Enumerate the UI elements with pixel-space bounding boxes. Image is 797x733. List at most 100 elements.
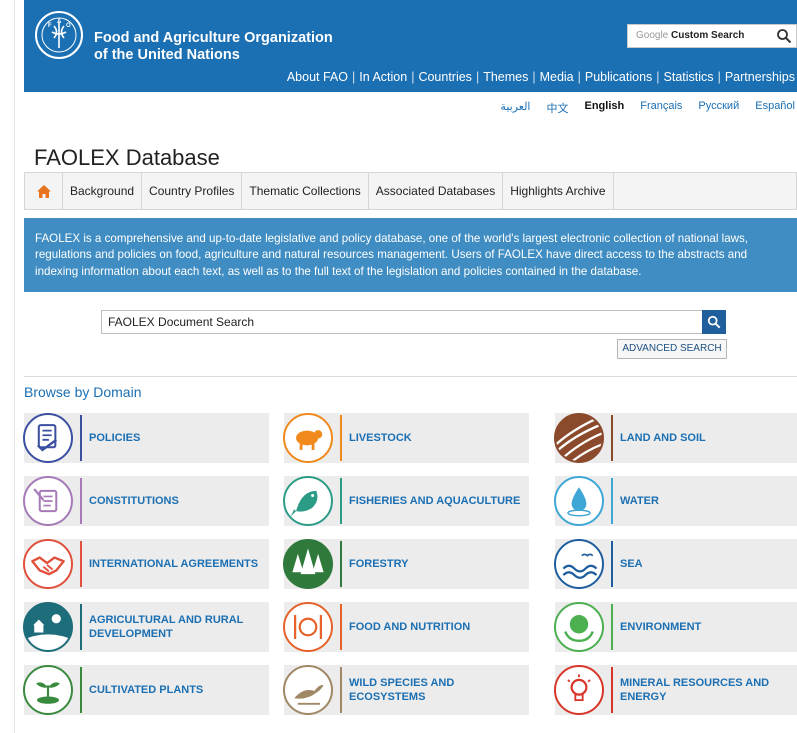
nav-separator: | <box>717 70 721 84</box>
tab-background[interactable]: Background <box>63 173 143 209</box>
domain-label: CULTIVATED PLANTS <box>89 684 204 696</box>
organization-name-line2: of the United Nations <box>94 47 240 63</box>
field-furrows-icon <box>554 413 604 463</box>
domain-label: SEA <box>620 558 643 570</box>
domain-cultivated-plants[interactable]: CULTIVATED PLANTS <box>23 665 269 715</box>
language-chinese[interactable]: 中文 <box>546 100 568 116</box>
nav-in-action[interactable]: In Action <box>359 70 407 84</box>
domain-mineral-resources-and-energy[interactable]: MINERAL RESOURCES AND ENERGY <box>554 665 797 715</box>
domain-policies[interactable]: POLICIES <box>23 413 269 463</box>
intro-text: FAOLEX is a comprehensive and up-to-date… <box>35 232 749 278</box>
organization-name-line1: Food and Agriculture Organization <box>94 30 333 46</box>
domain-accent-bar <box>340 604 342 650</box>
language-arabic[interactable]: العربية <box>500 100 530 116</box>
domain-accent-bar <box>611 541 613 587</box>
language-switcher: العربية 中文 English Français Русский Espa… <box>484 100 795 116</box>
google-label: Google <box>636 30 669 41</box>
domain-forestry[interactable]: FORESTRY <box>283 539 529 589</box>
document-search-button[interactable] <box>702 310 726 334</box>
water-drop-icon <box>554 476 604 526</box>
domain-land-and-soil[interactable]: LAND AND SOIL <box>554 413 797 463</box>
trees-icon <box>283 539 333 589</box>
advanced-search-button[interactable]: ADVANCED SEARCH <box>617 339 727 359</box>
nav-statistics[interactable]: Statistics <box>664 70 714 84</box>
domain-water[interactable]: WATER <box>554 476 797 526</box>
plate-cutlery-icon <box>283 602 333 652</box>
globe-hands-icon <box>554 602 604 652</box>
document-search-input[interactable] <box>102 311 702 333</box>
nav-separator: | <box>577 70 581 84</box>
tab-country-profiles[interactable]: Country Profiles <box>142 173 243 209</box>
domain-agricultural-and-rural-development[interactable]: AGRICULTURAL AND RURAL DEVELOPMENT <box>23 602 269 652</box>
domain-environment[interactable]: ENVIRONMENT <box>554 602 797 652</box>
domain-accent-bar <box>611 667 613 713</box>
domain-label: WILD SPECIES AND ECOSYSTEMS <box>349 677 455 703</box>
domain-accent-bar <box>80 541 82 587</box>
fish-icon <box>283 476 333 526</box>
domain-fisheries-and-aquaculture[interactable]: FISHERIES AND AQUACULTURE <box>283 476 529 526</box>
nav-separator: | <box>411 70 415 84</box>
domain-food-and-nutrition[interactable]: FOOD AND NUTRITION <box>283 602 529 652</box>
domain-wild-species-and-ecosystems[interactable]: WILD SPECIES AND ECOSYSTEMS <box>283 665 529 715</box>
top-navigation: About FAO | In Action | Countries | Them… <box>287 70 795 84</box>
domain-label: FORESTRY <box>349 558 409 570</box>
domain-accent-bar <box>340 667 342 713</box>
domain-accent-bar <box>80 667 82 713</box>
nav-separator: | <box>475 70 480 84</box>
nav-media[interactable]: Media <box>540 70 574 84</box>
nav-partnerships[interactable]: Partnerships <box>725 70 795 84</box>
nav-separator: | <box>656 70 660 84</box>
domain-livestock[interactable]: LIVESTOCK <box>283 413 529 463</box>
search-icon[interactable] <box>776 28 792 44</box>
home-icon <box>36 184 51 198</box>
site-header: F A O Food and Agriculture Organization … <box>24 0 797 92</box>
domain-sea[interactable]: SEA <box>554 539 797 589</box>
rural-landscape-icon <box>23 602 73 652</box>
document-search-box <box>101 310 726 334</box>
tab-highlights-archive[interactable]: Highlights Archive <box>503 173 614 209</box>
domain-accent-bar <box>340 541 342 587</box>
domain-international-agreements[interactable]: INTERNATIONAL AGREEMENTS <box>23 539 269 589</box>
nav-countries[interactable]: Countries <box>418 70 472 84</box>
domain-label: LIVESTOCK <box>349 432 412 444</box>
domain-label: WATER <box>620 495 659 507</box>
scroll-quill-icon <box>23 476 73 526</box>
fao-logo-icon[interactable]: F A O <box>34 10 84 60</box>
language-spanish[interactable]: Español <box>755 100 795 116</box>
domain-label: CONSTITUTIONS <box>89 495 179 507</box>
tab-home[interactable] <box>25 173 63 209</box>
nav-about-fao[interactable]: About FAO <box>287 70 348 84</box>
tab-thematic-collections[interactable]: Thematic Collections <box>242 173 369 209</box>
domain-label: POLICIES <box>89 432 141 444</box>
domain-constitutions[interactable]: CONSTITUTIONS <box>23 476 269 526</box>
domain-accent-bar <box>340 478 342 524</box>
domain-label: FOOD AND NUTRITION <box>349 621 471 633</box>
custom-search-label: Custom Search <box>671 30 745 41</box>
waves-birds-icon <box>554 539 604 589</box>
svg-text:F: F <box>48 23 52 29</box>
lightbulb-icon <box>554 665 604 715</box>
page-title: FAOLEX Database <box>34 145 220 170</box>
domain-label: MINERAL RESOURCES AND ENERGY <box>620 677 770 703</box>
domain-accent-bar <box>80 604 82 650</box>
domain-accent-bar <box>611 604 613 650</box>
domain-label: ENVIRONMENT <box>620 621 702 633</box>
nav-publications[interactable]: Publications <box>585 70 652 84</box>
language-english[interactable]: English <box>584 100 624 116</box>
organization-name[interactable]: Food and Agriculture Organization of the… <box>94 30 333 64</box>
language-french[interactable]: Français <box>640 100 682 116</box>
domain-label: AGRICULTURAL AND RURAL DEVELOPMENT <box>89 614 244 640</box>
google-custom-search-box[interactable]: Google Custom Search <box>627 24 797 48</box>
sheep-icon <box>283 413 333 463</box>
handshake-icon <box>23 539 73 589</box>
nav-themes[interactable]: Themes <box>483 70 528 84</box>
domain-accent-bar <box>80 415 82 461</box>
tab-associated-databases[interactable]: Associated Databases <box>368 173 504 209</box>
google-custom-search-label: Google Custom Search <box>636 30 744 41</box>
svg-text:O: O <box>66 23 71 29</box>
domain-accent-bar <box>340 415 342 461</box>
section-tabs: Background Country Profiles Thematic Col… <box>24 172 797 210</box>
page-left-rule <box>14 0 15 733</box>
language-russian[interactable]: Русский <box>698 100 739 116</box>
domain-label: LAND AND SOIL <box>620 432 706 444</box>
